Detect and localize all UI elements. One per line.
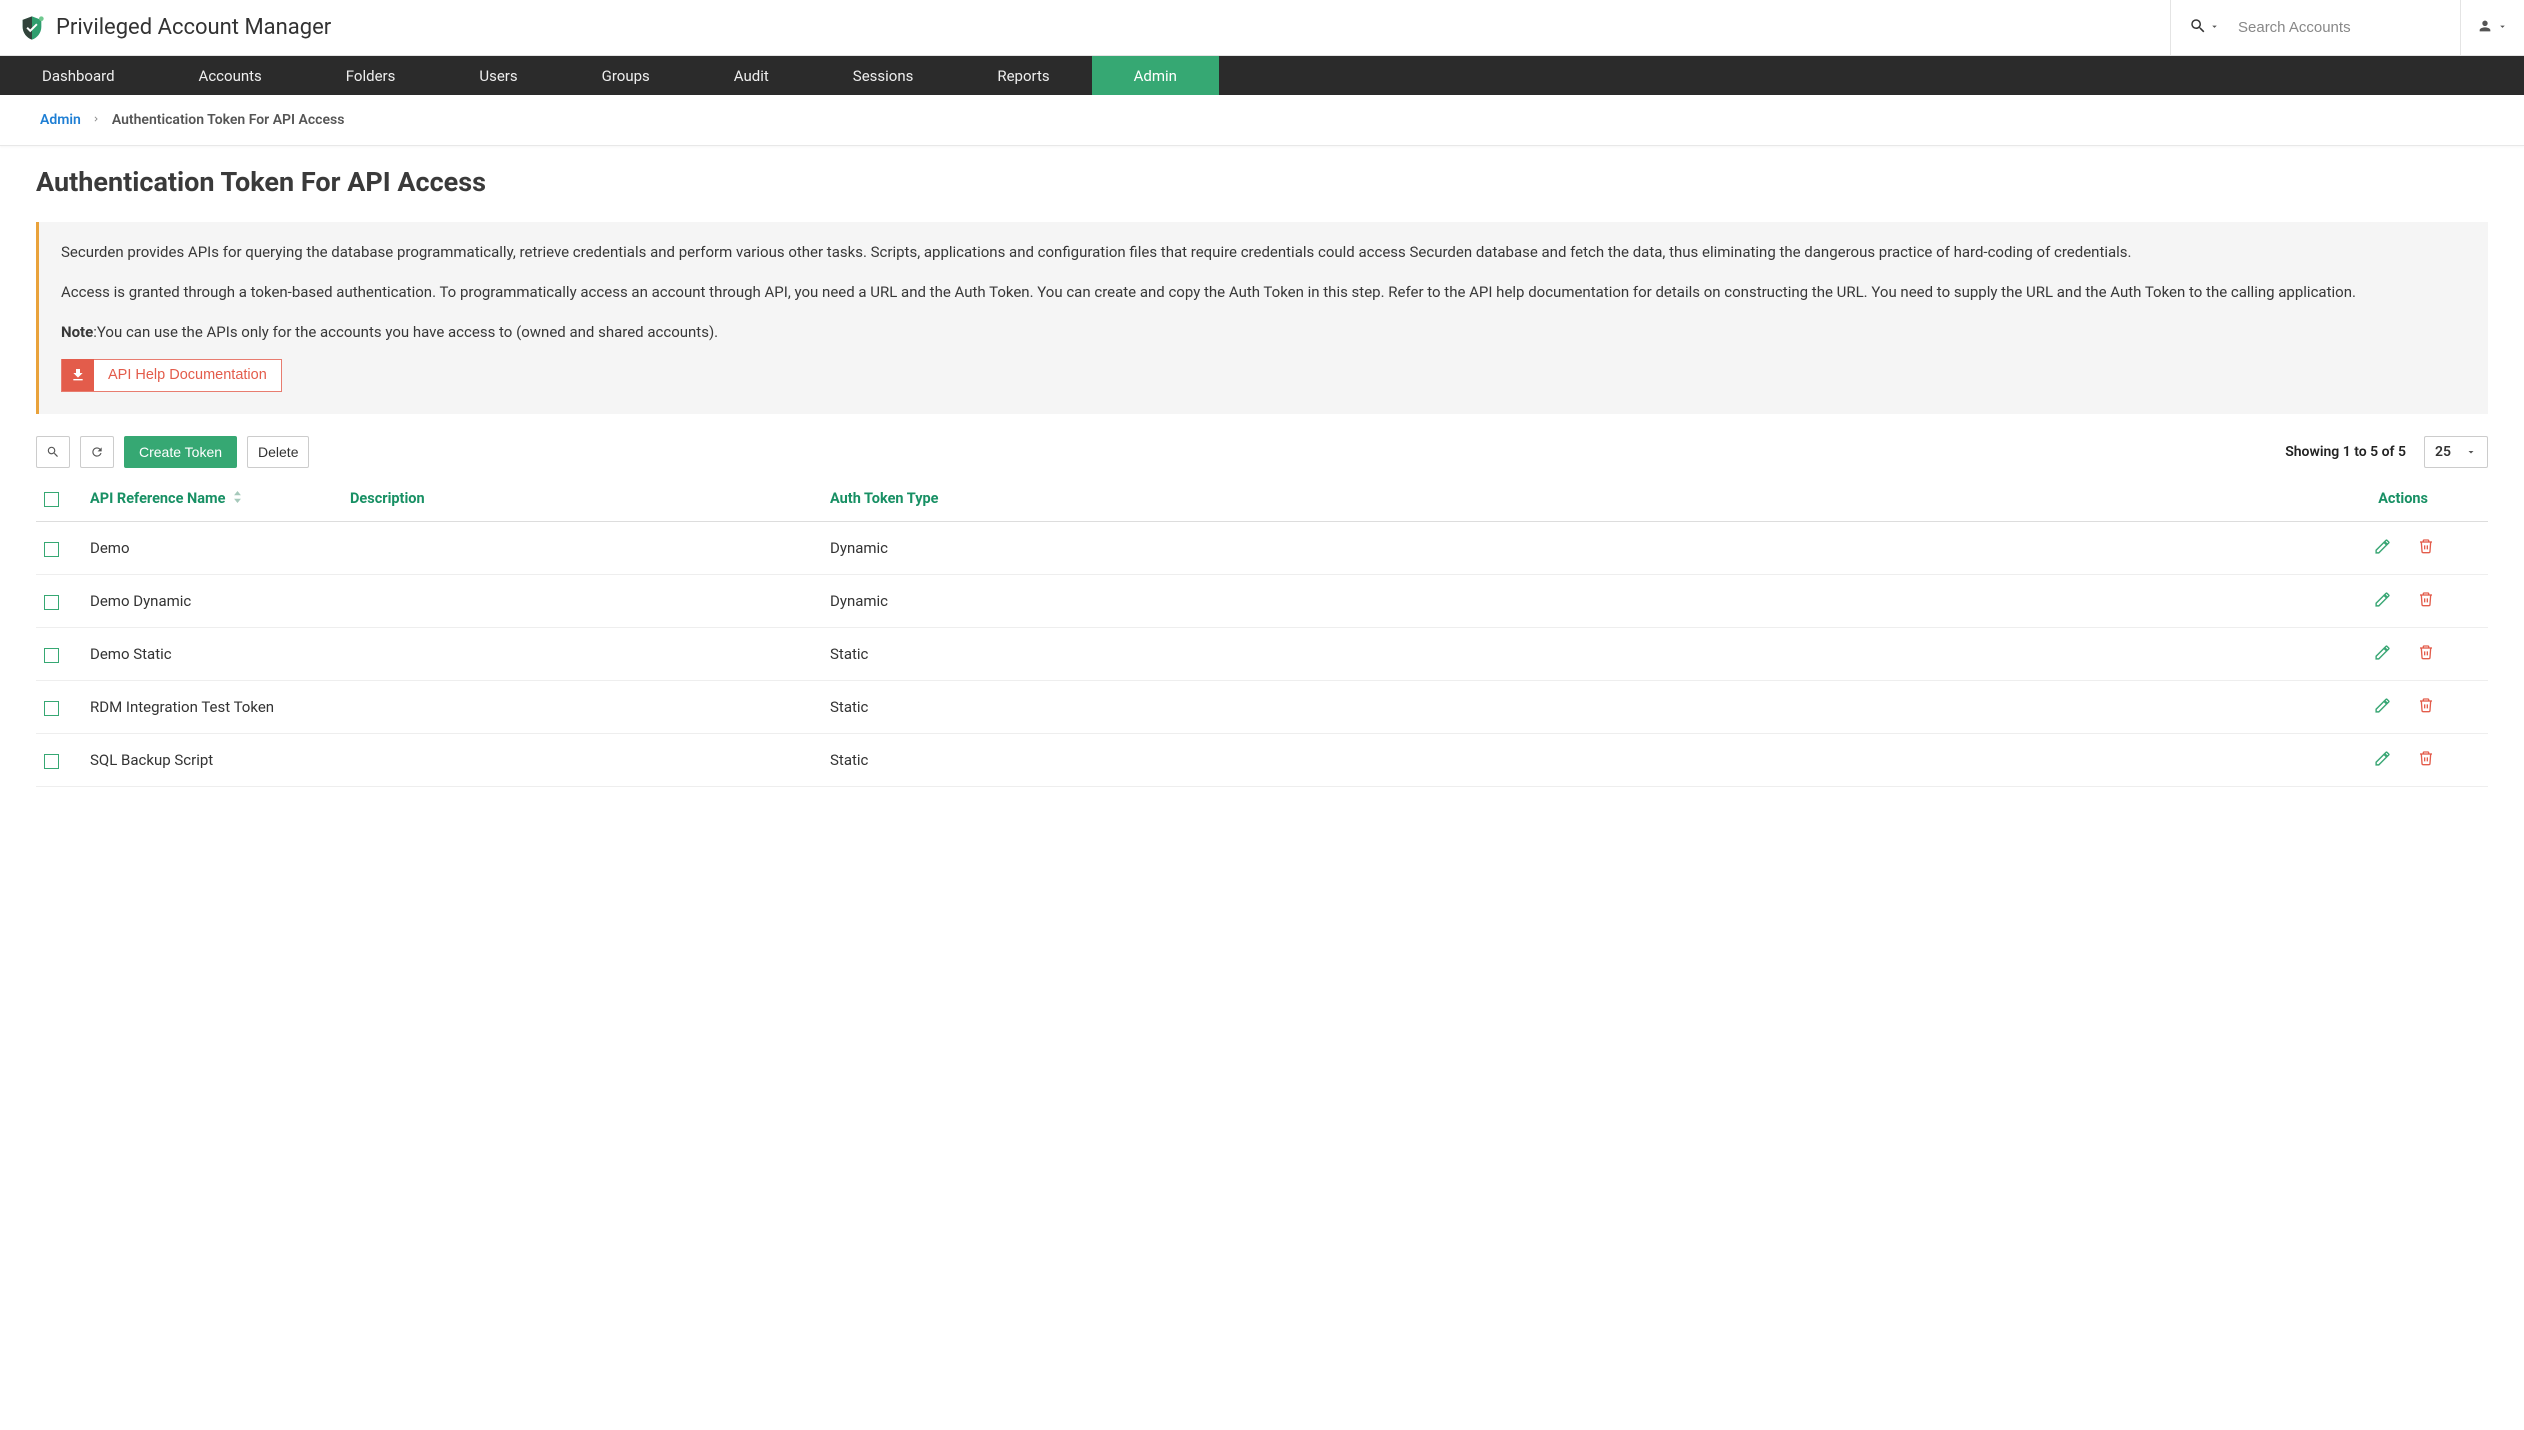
main-nav: DashboardAccountsFoldersUsersGroupsAudit… [0,56,2524,95]
row-checkbox[interactable] [44,595,59,610]
delete-icon[interactable] [2418,644,2438,664]
row-type: Dynamic [822,522,1589,575]
row-name: RDM Integration Test Token [82,681,342,734]
note-label: Note [61,323,93,341]
row-checkbox[interactable] [44,701,59,716]
info-p1: Securden provides APIs for querying the … [61,242,2468,264]
delete-icon[interactable] [2418,591,2438,611]
user-icon [2477,18,2493,38]
row-description [342,575,822,628]
nav-item-folders[interactable]: Folders [304,56,438,95]
table-row: Demo Dynamic [36,522,2488,575]
edit-icon[interactable] [2374,644,2394,664]
table-row: Demo Static Static [36,628,2488,681]
header: Privileged Account Manager [0,0,2524,56]
row-checkbox[interactable] [44,648,59,663]
nav-item-users[interactable]: Users [437,56,559,95]
info-box: Securden provides APIs for querying the … [36,222,2488,413]
row-description [342,681,822,734]
toolbar: Create Token Delete Showing 1 to 5 of 5 … [36,436,2488,468]
refresh-button[interactable] [80,436,114,468]
row-checkbox[interactable] [44,754,59,769]
row-name: SQL Backup Script [82,734,342,787]
breadcrumb-current: Authentication Token For API Access [112,112,345,128]
tokens-table: API Reference Name Description Auth Toke… [36,480,2488,788]
delete-button[interactable]: Delete [247,436,309,468]
nav-item-audit[interactable]: Audit [692,56,811,95]
col-type[interactable]: Auth Token Type [822,480,1589,522]
api-doc-button-label: API Help Documentation [94,367,281,383]
delete-icon[interactable] [2418,538,2438,558]
nav-item-dashboard[interactable]: Dashboard [0,56,157,95]
table-row: Demo Dynamic Dynamic [36,575,2488,628]
create-token-button[interactable]: Create Token [124,436,237,468]
page-size-value: 25 [2435,444,2451,460]
search-area[interactable] [2170,0,2460,55]
row-type: Static [822,734,1589,787]
edit-icon[interactable] [2374,750,2394,770]
row-type: Static [822,681,1589,734]
row-checkbox[interactable] [44,542,59,557]
row-name: Demo Static [82,628,342,681]
sort-icon [233,490,242,507]
nav-item-accounts[interactable]: Accounts [157,56,304,95]
delete-icon[interactable] [2418,697,2438,717]
row-type: Dynamic [822,575,1589,628]
breadcrumb-root-link[interactable]: Admin [40,112,81,128]
row-description [342,522,822,575]
showing-text: Showing 1 to 5 of 5 [2285,444,2406,460]
breadcrumb: Admin Authentication Token For API Acces… [0,95,2524,146]
delete-icon[interactable] [2418,750,2438,770]
chevron-down-icon [2497,20,2508,36]
brand: Privileged Account Manager [0,14,2170,42]
shield-check-logo-icon [18,14,46,42]
edit-icon[interactable] [2374,591,2394,611]
page-title: Authentication Token For API Access [36,166,2488,198]
note-text: :You can use the APIs only for the accou… [93,323,718,341]
brand-title: Privileged Account Manager [56,15,331,40]
api-help-documentation-button[interactable]: API Help Documentation [61,359,282,392]
edit-icon[interactable] [2374,697,2394,717]
download-icon [62,359,94,391]
search-scope-chevron-icon[interactable] [2209,20,2220,36]
chevron-right-icon [91,112,101,128]
table-row: RDM Integration Test Token Static [36,681,2488,734]
nav-item-reports[interactable]: Reports [955,56,1091,95]
row-description [342,734,822,787]
nav-item-admin[interactable]: Admin [1092,56,1219,95]
content: Authentication Token For API Access Secu… [0,146,2524,787]
nav-item-groups[interactable]: Groups [560,56,692,95]
select-all-checkbox[interactable] [44,492,59,507]
table-search-button[interactable] [36,436,70,468]
info-note: Note:You can use the APIs only for the a… [61,322,2468,344]
row-name: Demo [82,522,342,575]
row-type: Static [822,628,1589,681]
info-p2: Access is granted through a token-based … [61,282,2468,304]
page-size-select[interactable]: 25 [2424,436,2488,468]
row-description [342,628,822,681]
chevron-down-icon [2465,446,2477,458]
search-input[interactable] [2238,19,2398,36]
row-name: Demo Dynamic [82,575,342,628]
col-description[interactable]: Description [342,480,822,522]
table-row: SQL Backup Script Static [36,734,2488,787]
user-menu[interactable] [2460,0,2524,55]
col-actions: Actions [1589,480,2488,522]
col-name[interactable]: API Reference Name [82,480,342,522]
nav-item-sessions[interactable]: Sessions [811,56,956,95]
edit-icon[interactable] [2374,538,2394,558]
search-icon [2189,17,2207,39]
